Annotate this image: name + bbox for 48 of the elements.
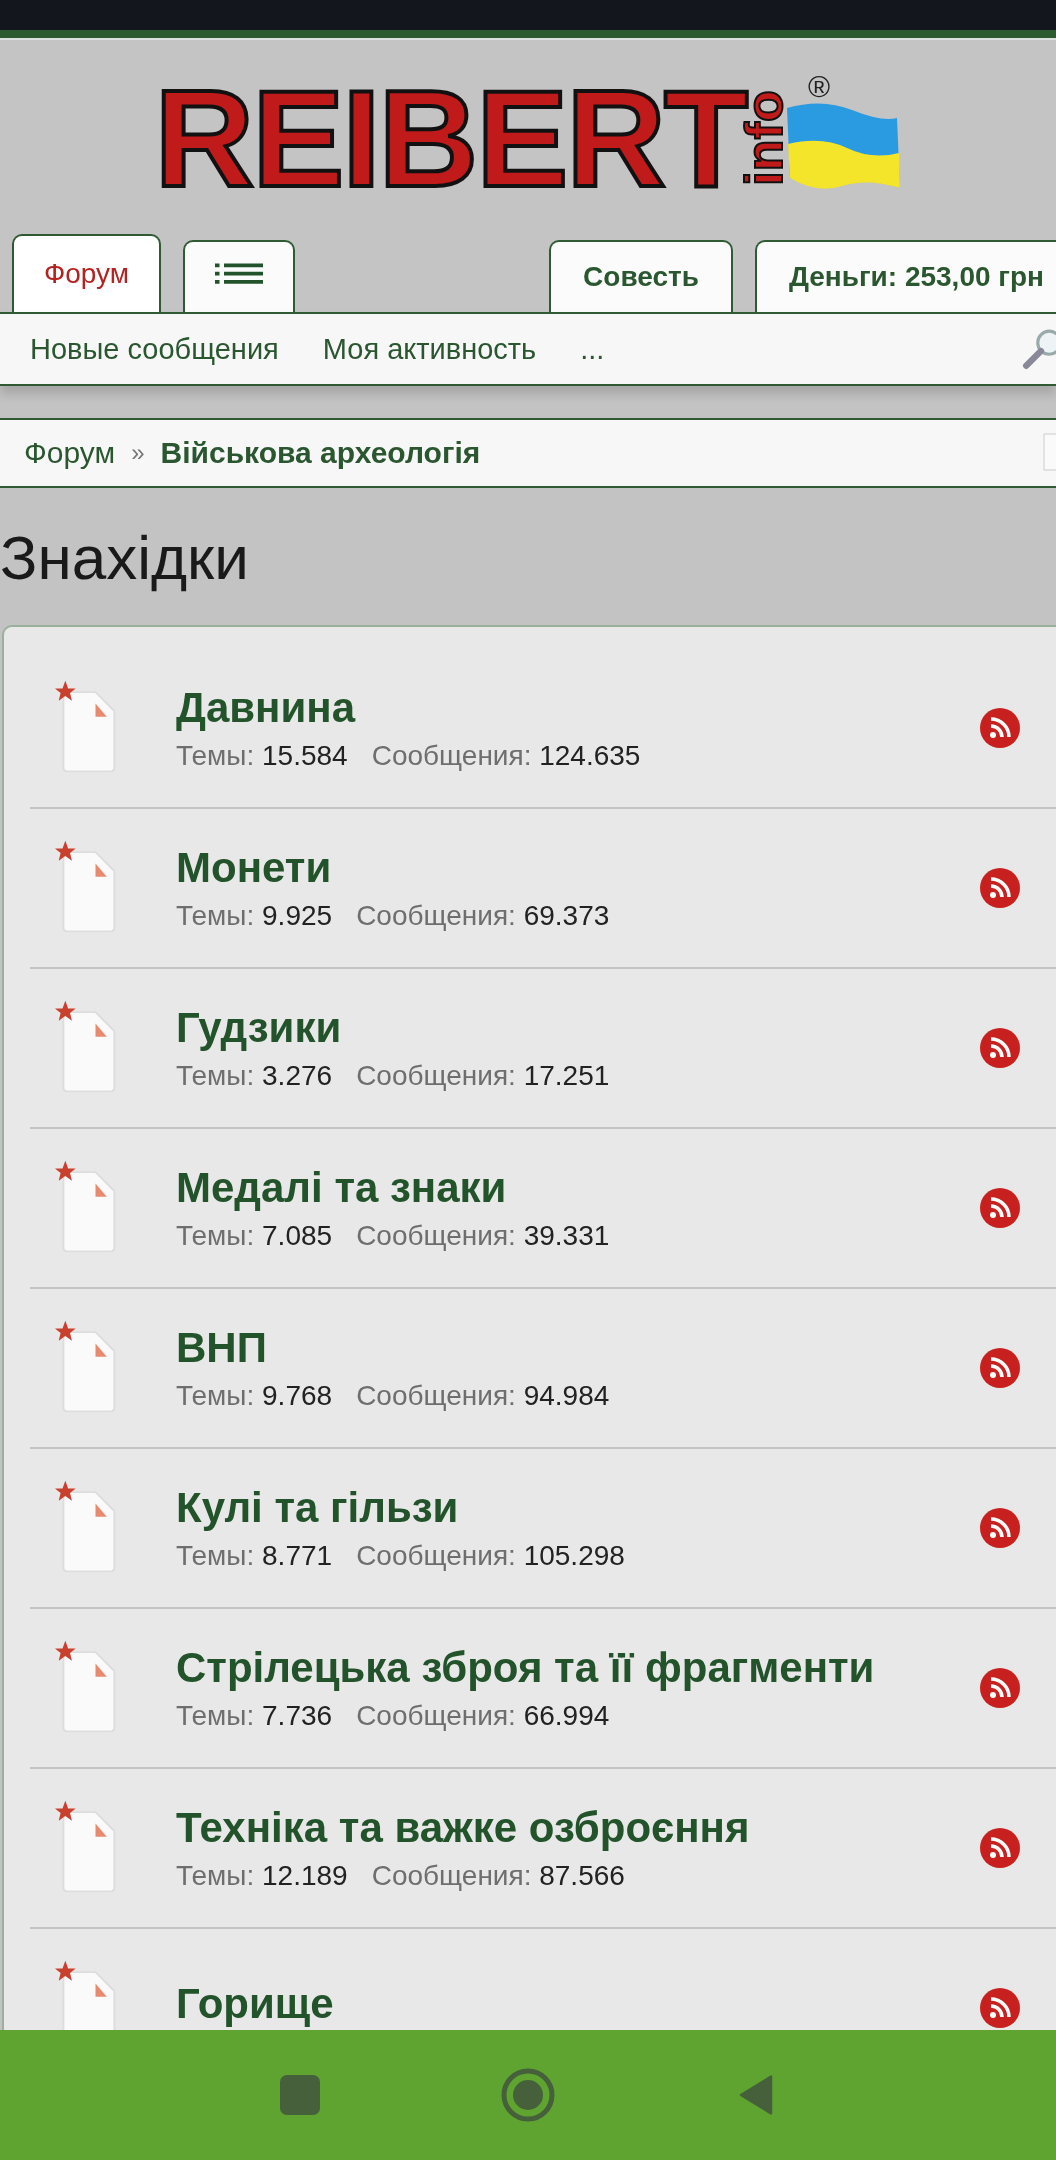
forum-title-link[interactable]: Кулі та гільзи	[176, 1484, 980, 1533]
list-icon	[215, 262, 264, 286]
forum-title-link[interactable]: Давнина	[176, 684, 980, 733]
topics-count: Темы: 8.771	[176, 1540, 333, 1573]
forum-title-link[interactable]: Медалі та знаки	[176, 1164, 980, 1213]
page-title: Знахідки	[0, 522, 250, 594]
rss-icon[interactable]	[980, 708, 1020, 749]
forum-title-link[interactable]: ВНП	[176, 1324, 980, 1373]
topics-count: Темы: 15.584	[176, 740, 348, 773]
rss-icon[interactable]	[980, 1988, 1020, 2029]
rss-icon[interactable]	[980, 1828, 1020, 1869]
registered-mark: ®	[808, 70, 831, 104]
messages-count: Сообщения: 17.251	[356, 1060, 610, 1093]
rss-icon[interactable]	[980, 868, 1020, 909]
messages-count: Сообщения: 94.984	[356, 1380, 610, 1413]
messages-count: Сообщения: 39.331	[356, 1220, 610, 1253]
forum-title-link[interactable]: Техніка та важке озброєння	[176, 1804, 980, 1853]
forum-title-link[interactable]: Монети	[176, 844, 980, 893]
nav-link[interactable]: Новые сообщения	[30, 332, 279, 366]
topics-count: Темы: 7.736	[176, 1700, 333, 1733]
topics-count: Темы: 7.085	[176, 1220, 333, 1253]
rss-icon[interactable]	[980, 1348, 1020, 1389]
messages-count: Сообщения: 66.994	[356, 1700, 610, 1733]
rss-icon[interactable]	[980, 1668, 1020, 1709]
topics-count: Темы: 9.768	[176, 1380, 333, 1413]
account-tab[interactable]: Деньги: 253,00 грн	[754, 240, 1056, 312]
search-icon[interactable]	[1022, 328, 1056, 370]
rss-icon[interactable]	[980, 1188, 1020, 1229]
account-tab[interactable]: Совесть	[549, 240, 733, 312]
nav-link[interactable]: ...	[580, 332, 605, 366]
messages-count: Сообщения: 124.635	[371, 740, 641, 773]
breadcrumb-link[interactable]: Форум	[24, 436, 116, 470]
list-menu-tab[interactable]	[183, 240, 296, 312]
rss-icon[interactable]	[980, 1508, 1020, 1549]
breadcrumb-link[interactable]: Військова археологія	[160, 436, 481, 470]
topics-count: Темы: 9.925	[176, 900, 333, 933]
forum-title-link[interactable]: Горище	[176, 1980, 980, 2029]
topics-count: Темы: 12.189	[176, 1860, 348, 1893]
forum-title-link[interactable]: Стрілецька зброя та її фрагменти	[176, 1644, 980, 1693]
breadcrumb-separator: »	[131, 439, 145, 467]
messages-count: Сообщения: 87.566	[371, 1860, 625, 1893]
forum-tab[interactable]: Форум	[12, 234, 162, 312]
forum-title-link[interactable]: Гудзики	[176, 1004, 980, 1053]
nav-link[interactable]: Моя активность	[322, 332, 537, 366]
topics-count: Темы: 3.276	[176, 1060, 333, 1093]
messages-count: Сообщения: 105.298	[356, 1540, 625, 1573]
messages-count: Сообщения: 69.373	[356, 900, 610, 933]
rss-icon[interactable]	[980, 1028, 1020, 1069]
